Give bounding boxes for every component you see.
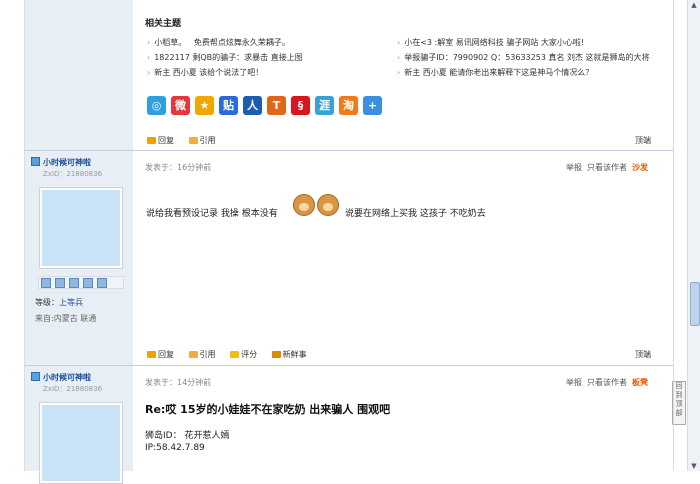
post1-username[interactable]: 小时候可神啦: [31, 157, 91, 168]
star-share-icon[interactable]: ★: [195, 96, 214, 115]
reply-button[interactable]: 回复: [147, 349, 174, 360]
report-link[interactable]: 举报: [566, 378, 582, 387]
related-link[interactable]: 小在<3 :解室 易讯网络科技 骗子网站 大家小心啦!: [397, 37, 584, 48]
post2-tools: 举报 只看该作者 板凳: [561, 377, 648, 388]
thread-page: 相关主题 小稻草。 免费帮点炫舞永久荣耦子。 1822117 剩QB的骗子：求暴…: [24, 0, 674, 484]
related-section: 相关主题 小稻草。 免费帮点炫舞永久荣耦子。 1822117 剩QB的骗子：求暴…: [25, 0, 673, 150]
post2-line2: IP:58.42.7.89: [145, 443, 205, 453]
fresh-news-button[interactable]: 新鲜事: [271, 349, 307, 360]
add-friend-icon[interactable]: [55, 278, 65, 288]
more-share-icon[interactable]: +: [363, 96, 382, 115]
message-icon[interactable]: [41, 278, 51, 288]
t163-share-icon[interactable]: §: [291, 96, 310, 115]
author-only-link[interactable]: 只看该作者: [587, 378, 627, 387]
monkey-emoji-icon: [293, 194, 315, 216]
scroll-down-icon[interactable]: ▼: [689, 461, 699, 471]
group-icon[interactable]: [97, 278, 107, 288]
post1-content-after: 说要在网络上买我 这孩子 不吃奶去: [345, 209, 486, 219]
tianya-share-icon[interactable]: T: [267, 96, 286, 115]
reply-icon: [147, 351, 156, 358]
first-post-actions: 回复 引用: [147, 135, 228, 146]
quote-icon: [188, 137, 198, 144]
related-link[interactable]: 新主 西小夏 该给个说法了吧！: [147, 67, 263, 78]
post1-from: 来自:内蒙古 联通: [35, 314, 97, 323]
reply-icon: [147, 137, 156, 144]
avatar-image: [42, 405, 120, 481]
post2-time: 发表于：14分钟前: [145, 378, 212, 387]
tieba-share-icon[interactable]: 贴: [219, 96, 238, 115]
post-2: 小时候可神啦 ZxID：21880836 发表于：14分钟前 举报 只看该作者 板凳…: [25, 366, 673, 484]
post-1: 小时候可神啦 ZxID：21880836 等级：上等兵 来自:内蒙古 联通 发表…: [25, 151, 673, 365]
post2-avatar[interactable]: [39, 402, 123, 484]
qzone-share-icon[interactable]: ◎: [147, 96, 166, 115]
related-link[interactable]: 小稻草。 免费帮点炫舞永久荣耦子。: [147, 37, 290, 48]
back-to-top-button[interactable]: 回到顶部: [672, 381, 686, 425]
floor-label: 板凳: [632, 378, 648, 387]
post2-username[interactable]: 小时候可神啦: [31, 372, 91, 383]
post1-user-tools: [38, 276, 124, 289]
related-link[interactable]: 举报骗子ID：7990902 Q：53633253 真名 刘杰 这就是狮岛的大将: [397, 52, 649, 63]
top-link[interactable]: 顶端: [635, 349, 651, 360]
online-status-icon: [31, 157, 40, 166]
weibo-share-icon[interactable]: 微: [171, 96, 190, 115]
renren-share-icon[interactable]: 人: [243, 96, 262, 115]
post1-uid: ZxID：21880836: [43, 170, 103, 178]
monkey-emoji-icon: [317, 194, 339, 216]
quote-button[interactable]: 引用: [188, 349, 216, 360]
floor-label: 沙发: [632, 163, 648, 172]
post1-tools: 举报 只看该作者 沙发: [561, 162, 648, 173]
report-link[interactable]: 举报: [566, 163, 582, 172]
post1-content-before: 说给我看预设记录 我操 根本没有: [146, 209, 278, 219]
post2-uid: ZxID：21880836: [43, 385, 103, 393]
top-link[interactable]: 顶端: [635, 135, 651, 146]
scroll-up-icon[interactable]: ▲: [689, 0, 699, 10]
post1-avatar[interactable]: [39, 187, 123, 269]
profile-icon[interactable]: [69, 278, 79, 288]
post2-line1: 狮岛ID： 花开惹人嫣: [145, 431, 230, 441]
reply-button[interactable]: 回复: [147, 135, 174, 146]
rate-button[interactable]: 评分: [230, 349, 257, 360]
huaban-share-icon[interactable]: 涯: [315, 96, 334, 115]
vertical-scrollbar[interactable]: ▲ ▼: [687, 0, 700, 471]
quote-icon: [188, 351, 198, 358]
online-status-icon: [31, 372, 40, 381]
post1-rank: 等级：上等兵: [35, 298, 83, 307]
album-icon[interactable]: [83, 278, 93, 288]
avatar-image: [42, 190, 120, 266]
taobao-share-icon[interactable]: 淘: [339, 96, 358, 115]
post2-title: Re:哎 15岁的小娃娃不在家吃奶 出来骗人 围观吧: [145, 403, 391, 416]
quote-button[interactable]: 引用: [188, 135, 216, 146]
scrollbar-thumb[interactable]: [690, 282, 700, 326]
post1-time: 发表于：16分钟前: [145, 163, 212, 172]
rate-icon: [230, 351, 240, 358]
post1-actions: 回复 引用 评分 新鲜事: [147, 349, 319, 360]
related-title: 相关主题: [145, 19, 182, 29]
related-link[interactable]: 新主 西小夏 能请你老出来解释下这是神马个情况么？: [397, 67, 593, 78]
author-only-link[interactable]: 只看该作者: [587, 163, 627, 172]
fresh-news-icon: [271, 351, 281, 358]
related-link[interactable]: 1822117 剩QB的骗子：求暴击 直接上图: [147, 52, 303, 63]
